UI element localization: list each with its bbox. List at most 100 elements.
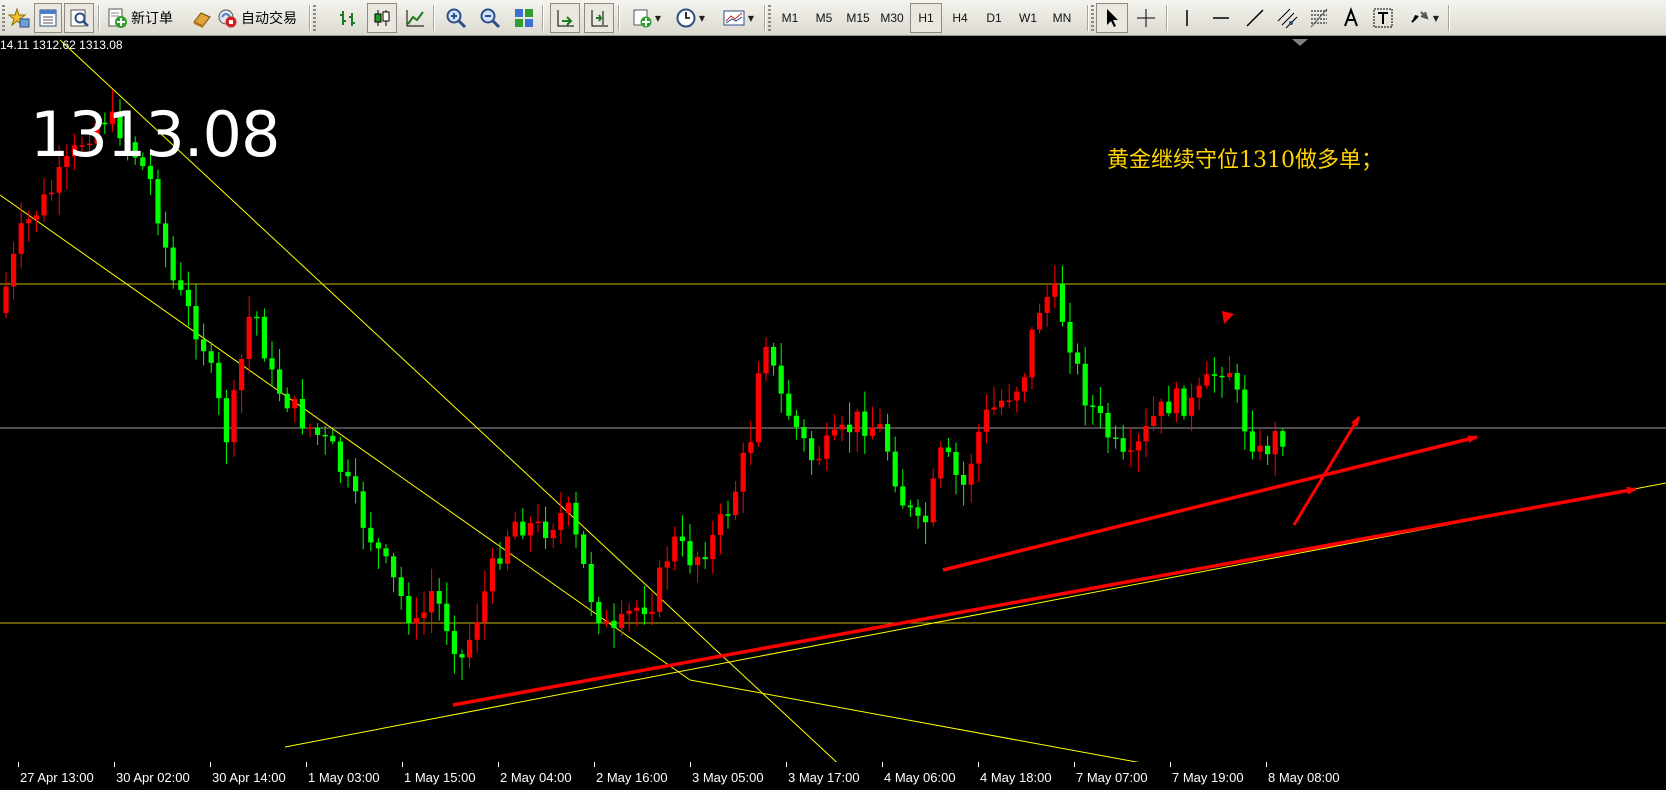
text-button[interactable] [1336, 3, 1366, 33]
candle-body [1113, 437, 1119, 439]
candle-body [246, 316, 252, 359]
candlestick-button[interactable] [367, 3, 397, 33]
zoom-in-button[interactable] [442, 3, 470, 33]
fibonacci-button[interactable] [1304, 3, 1334, 33]
timeframe-h1[interactable]: H1 [910, 3, 942, 33]
auto-trading-button[interactable]: 自动交易 [216, 3, 306, 33]
candle-body [421, 612, 427, 619]
candle-body [1021, 377, 1027, 392]
candle-body [527, 523, 533, 536]
toolbar-grip[interactable] [1091, 5, 1094, 31]
candle-body [755, 373, 761, 443]
new-order-label: 新订单 [131, 10, 173, 26]
templates-dropdown[interactable]: ▼ [716, 3, 760, 33]
chart-shift-button[interactable] [584, 3, 614, 33]
candle-body [18, 223, 24, 254]
candle-body [626, 610, 632, 614]
navigator-icon [68, 7, 90, 29]
candle-body [330, 435, 336, 442]
candle-body [1067, 321, 1073, 353]
time-axis-tick [594, 762, 595, 767]
timeframe-w1[interactable]: W1 [1012, 3, 1044, 33]
time-axis-tick [498, 762, 499, 767]
new-order-button[interactable]: 新订单 [106, 3, 188, 33]
candle-body [831, 429, 837, 436]
text-label-button[interactable] [1368, 3, 1398, 33]
candle-body [459, 654, 465, 658]
candle-body [1272, 431, 1278, 455]
timeframe-d1[interactable]: D1 [978, 3, 1010, 33]
candle-body [239, 358, 245, 391]
candle-body [1249, 431, 1255, 452]
candle-body [953, 451, 959, 475]
candle-body [474, 622, 480, 640]
candle-body [322, 434, 328, 437]
candle-body [178, 280, 184, 290]
vertical-line-button[interactable] [1172, 3, 1202, 33]
timeframe-h4[interactable]: H4 [944, 3, 976, 33]
zoom-out-icon [479, 7, 501, 29]
candle-body [945, 447, 951, 452]
candle-body [1151, 416, 1157, 427]
crosshair-icon [1135, 7, 1157, 29]
candle-body [717, 514, 723, 535]
candle-body [1204, 374, 1210, 386]
profiles-button[interactable] [6, 3, 32, 33]
zoom-out-button[interactable] [476, 3, 504, 33]
candle-body [284, 393, 290, 409]
toolbar-grip[interactable] [768, 5, 771, 31]
candle-body [915, 507, 921, 516]
candle-body [1143, 426, 1149, 442]
candle-body [824, 435, 830, 459]
auto-trading-icon [216, 7, 238, 29]
separator [1448, 5, 1450, 31]
tile-windows-button[interactable] [510, 3, 538, 33]
profiles-icon [8, 7, 30, 29]
timeframe-m1[interactable]: M1 [774, 3, 806, 33]
timeframe-mn[interactable]: MN [1046, 3, 1078, 33]
navigator-button[interactable] [64, 3, 94, 33]
toolbar-grip[interactable] [2, 5, 5, 31]
cursor-button[interactable] [1096, 3, 1128, 33]
indicators-dropdown[interactable]: ▼ [626, 3, 666, 33]
time-axis-label: 30 Apr 02:00 [116, 770, 190, 785]
bar-chart-button[interactable] [334, 3, 362, 33]
time-axis-tick [306, 762, 307, 767]
time-axis-tick [210, 762, 211, 767]
arrows-dropdown[interactable]: ▼ [1402, 3, 1446, 33]
toolbar-grip[interactable] [313, 5, 316, 31]
timeframe-label: M30 [880, 11, 904, 25]
timeframe-m15[interactable]: M15 [842, 3, 874, 33]
candle-body [201, 339, 207, 352]
candle-body [543, 521, 549, 539]
experts-button[interactable] [190, 3, 214, 33]
candle-body [573, 502, 579, 535]
candle-body [170, 247, 176, 281]
candle-body [1105, 412, 1111, 438]
candle-body [816, 458, 822, 461]
candle-body [1242, 389, 1248, 432]
channel-button[interactable] [1272, 3, 1302, 33]
auto-scroll-button[interactable] [550, 3, 580, 33]
candle-body [1219, 375, 1225, 378]
periodicity-dropdown[interactable]: ▼ [670, 3, 710, 33]
candle-body [763, 346, 769, 374]
candle-body [550, 529, 556, 539]
horizontal-line-button[interactable] [1206, 3, 1236, 33]
candle-body [983, 409, 989, 432]
market-watch-button[interactable] [34, 3, 62, 33]
candle-body [163, 223, 169, 248]
candle-body [596, 601, 602, 624]
crosshair-button[interactable] [1130, 3, 1162, 33]
candle-body [512, 521, 518, 537]
timeframe-m5[interactable]: M5 [808, 3, 840, 33]
candle-body [406, 596, 412, 624]
candle-body [923, 515, 929, 523]
trendline-button[interactable] [1240, 3, 1270, 33]
line-chart-button[interactable] [401, 3, 429, 33]
candle-body [657, 567, 663, 612]
timeframe-m30[interactable]: M30 [876, 3, 908, 33]
chart-shift-icon [588, 7, 610, 29]
candle-body [869, 427, 875, 436]
time-axis-tick [786, 762, 787, 767]
